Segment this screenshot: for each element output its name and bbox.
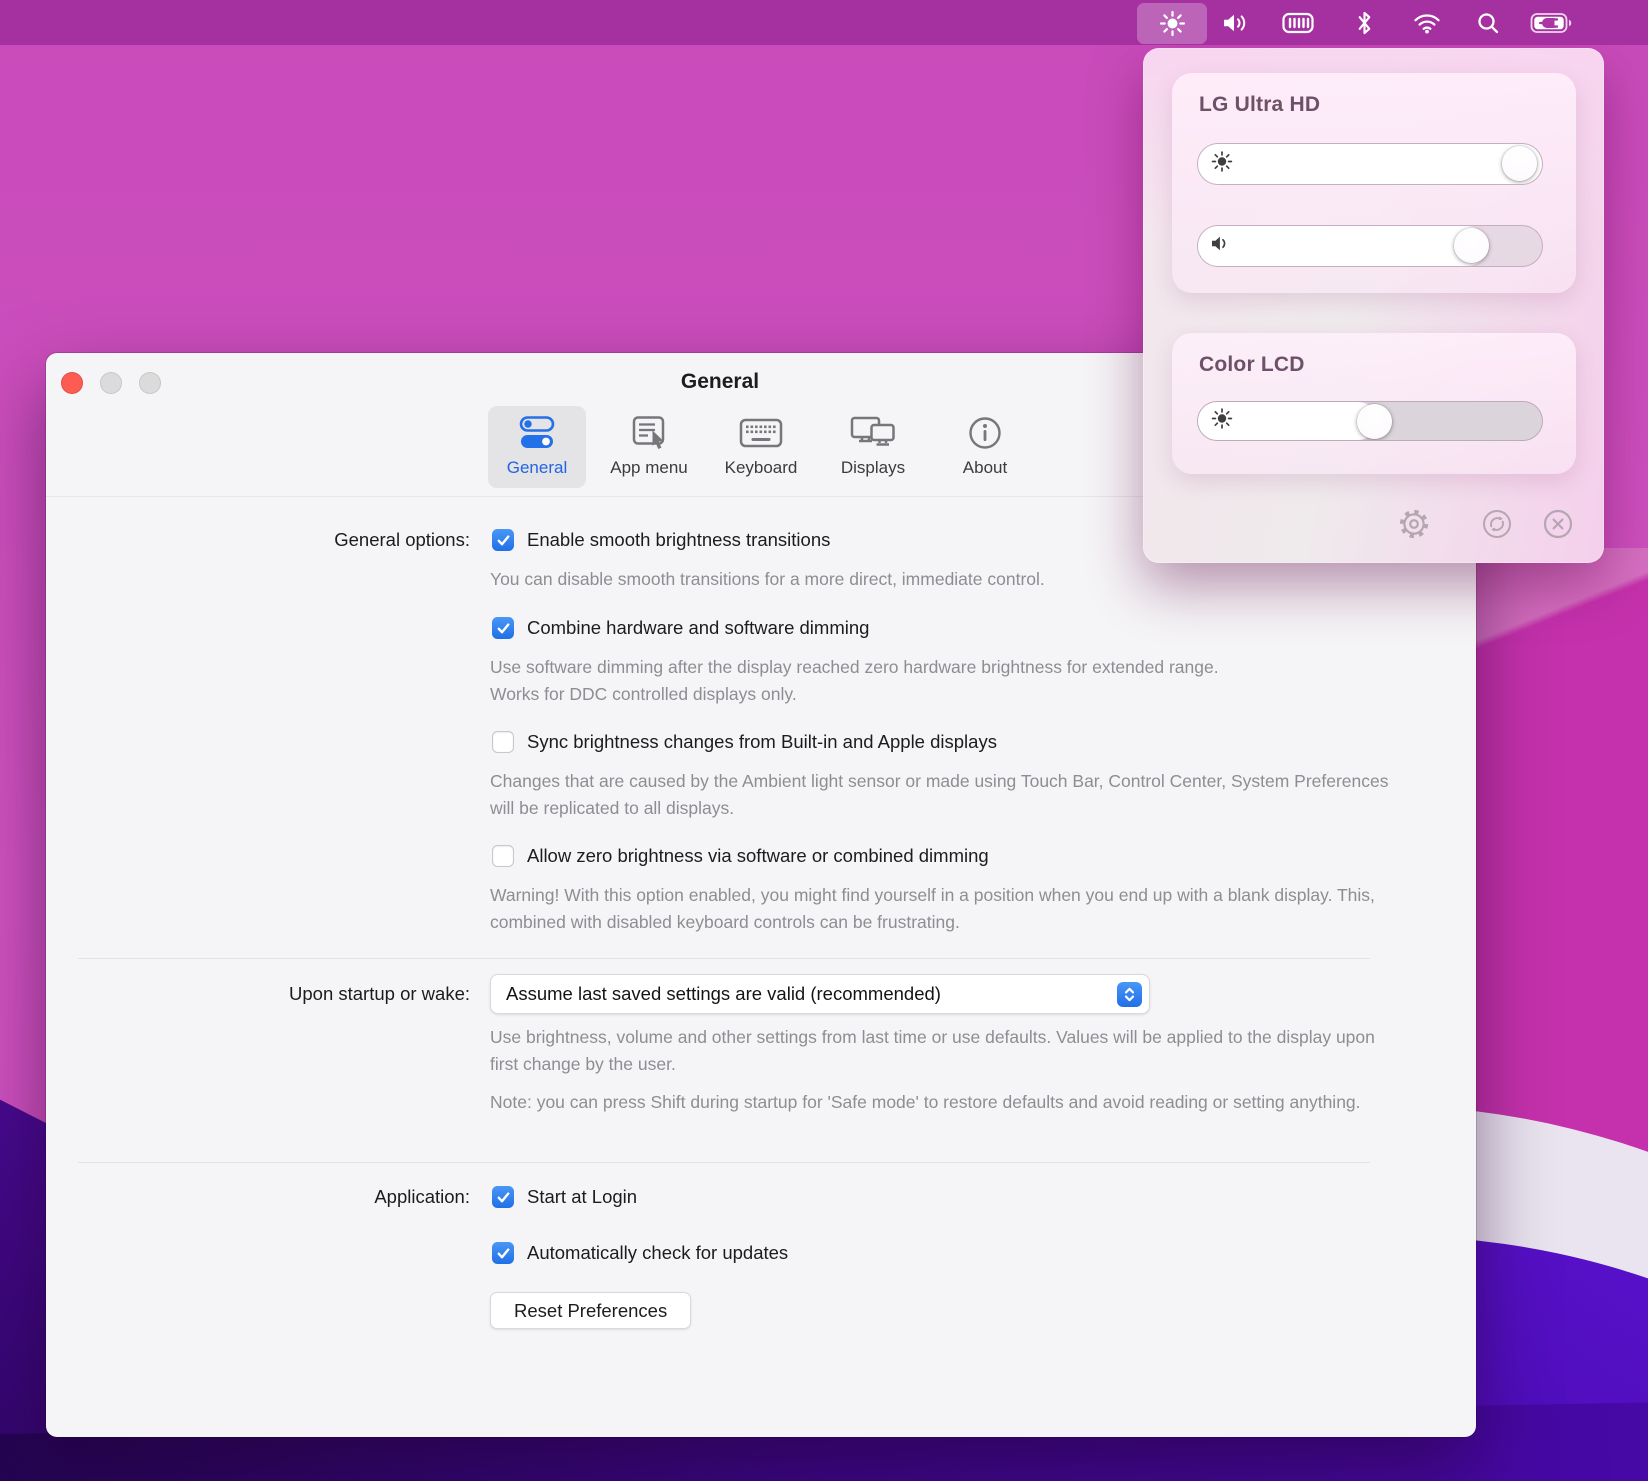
monitor-control-panel: LG Ultra HD — [1143, 48, 1604, 563]
battery-charging-icon[interactable] — [1517, 0, 1587, 45]
wallpaper-light-band — [1468, 548, 1648, 758]
option-row-auto-update: Automatically check for updates — [492, 1240, 788, 1266]
display-card-color-lcd: Color LCD — [1172, 333, 1576, 474]
helper-text: Use brightness, volume and other setting… — [490, 1024, 1400, 1077]
helper-text: You can disable smooth transitions for a… — [490, 566, 1470, 593]
sun-icon — [1210, 150, 1234, 179]
application-label: Application: — [46, 1186, 470, 1208]
checkbox[interactable] — [492, 845, 514, 867]
brightness-slider[interactable] — [1197, 401, 1543, 441]
checkbox-label: Automatically check for updates — [527, 1242, 788, 1264]
tab-about[interactable]: About — [936, 406, 1034, 488]
dropdown-stepper-icon — [1117, 982, 1142, 1007]
checkbox[interactable] — [492, 617, 514, 639]
bluetooth-icon[interactable] — [1333, 0, 1395, 45]
slider-knob[interactable] — [1454, 228, 1489, 263]
option-row-smooth-transitions: Enable smooth brightness transitions — [492, 527, 830, 553]
option-row-zero-brightness: Allow zero brightness via software or co… — [492, 843, 989, 869]
display-name: Color LCD — [1199, 353, 1305, 377]
settings-gear-icon[interactable] — [1398, 508, 1430, 540]
display-name: LG Ultra HD — [1199, 93, 1320, 117]
displays-icon — [849, 415, 897, 451]
checkbox-label: Sync brightness changes from Built-in an… — [527, 731, 997, 753]
volume-slider[interactable] — [1197, 225, 1543, 267]
slider-fill — [1198, 226, 1487, 266]
tab-general[interactable]: General — [488, 406, 586, 488]
startup-label: Upon startup or wake: — [46, 983, 470, 1005]
option-row-combine-dimming: Combine hardware and software dimming — [492, 615, 869, 641]
brightness-icon[interactable] — [1137, 3, 1207, 44]
checkbox-label: Start at Login — [527, 1186, 637, 1208]
keyboard-icon — [738, 415, 784, 451]
checkbox[interactable] — [492, 529, 514, 551]
tab-keyboard[interactable]: Keyboard — [712, 406, 810, 488]
check-icon — [497, 535, 510, 546]
speaker-icon — [1210, 234, 1231, 258]
tab-label: About — [963, 458, 1007, 478]
wifi-icon[interactable] — [1395, 0, 1459, 45]
divider — [78, 1162, 1370, 1163]
search-icon[interactable] — [1459, 0, 1517, 45]
checkbox-label: Enable smooth brightness transitions — [527, 529, 830, 551]
refresh-icon[interactable] — [1481, 508, 1513, 540]
tab-label: General — [507, 458, 567, 478]
helper-text: Use software dimming after the display r… — [490, 654, 1235, 707]
volume-icon[interactable] — [1207, 0, 1263, 45]
sun-icon — [1210, 407, 1234, 436]
helper-text: Changes that are caused by the Ambient l… — [490, 768, 1400, 821]
checkbox[interactable] — [492, 731, 514, 753]
tab-app-menu[interactable]: App menu — [600, 406, 698, 488]
slider-fill — [1198, 144, 1542, 184]
info-icon — [967, 415, 1003, 451]
toolbar-tabs: General App menu — [488, 406, 1034, 488]
slider-knob[interactable] — [1357, 404, 1392, 439]
menu-bar — [0, 0, 1648, 45]
reset-preferences-button[interactable]: Reset Preferences — [490, 1292, 691, 1329]
toggles-icon — [516, 415, 558, 451]
option-row-sync-brightness: Sync brightness changes from Built-in an… — [492, 729, 997, 755]
checkbox[interactable] — [492, 1186, 514, 1208]
checkbox-label: Allow zero brightness via software or co… — [527, 845, 989, 867]
app-menu-icon — [628, 415, 670, 451]
keyboard-brightness-icon[interactable] — [1263, 0, 1333, 45]
tab-label: Keyboard — [725, 458, 798, 478]
helper-text: Warning! With this option enabled, you m… — [490, 882, 1410, 935]
tab-displays[interactable]: Displays — [824, 406, 922, 488]
close-icon[interactable] — [1542, 508, 1574, 540]
check-icon — [497, 1248, 510, 1259]
checkbox[interactable] — [492, 1242, 514, 1264]
tab-label: Displays — [841, 458, 905, 478]
divider — [78, 958, 1370, 959]
display-card-lg-ultra-hd: LG Ultra HD — [1172, 73, 1576, 293]
checkbox-label: Combine hardware and software dimming — [527, 617, 869, 639]
dropdown-value: Assume last saved settings are valid (re… — [506, 983, 941, 1005]
check-icon — [497, 623, 510, 634]
general-options-label: General options: — [46, 529, 470, 551]
startup-dropdown[interactable]: Assume last saved settings are valid (re… — [490, 974, 1150, 1014]
desktop: General General — [0, 0, 1648, 1481]
menu-bar-status-icons — [1137, 0, 1587, 45]
helper-text: Note: you can press Shift during startup… — [490, 1089, 1380, 1116]
check-icon — [497, 1192, 510, 1203]
brightness-slider[interactable] — [1197, 143, 1543, 185]
tab-label: App menu — [610, 458, 688, 478]
slider-knob[interactable] — [1502, 146, 1537, 181]
option-row-start-at-login: Start at Login — [492, 1184, 637, 1210]
